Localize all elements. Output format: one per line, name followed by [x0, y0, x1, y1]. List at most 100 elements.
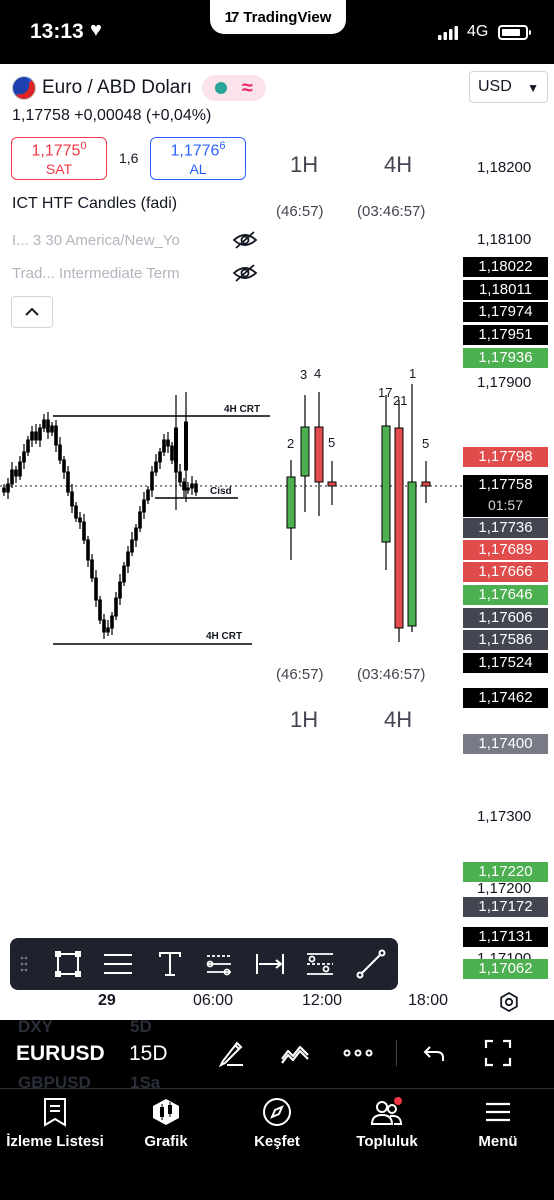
battery-icon [498, 25, 531, 40]
nav-explore-label: Keşfet [254, 1133, 300, 1150]
chart-settings-icon[interactable] [498, 991, 520, 1013]
candle-label: 5 [328, 435, 336, 450]
candle-label: 2 [287, 436, 295, 451]
chevron-up-icon [25, 307, 39, 316]
sell-label: SAT [45, 161, 73, 178]
candle-body [162, 439, 166, 453]
collapse-legend-button[interactable] [11, 296, 53, 328]
candle-body [170, 445, 174, 461]
candle-body [34, 431, 38, 441]
buy-price: 1,17766 [170, 140, 226, 160]
nav-watchlist[interactable]: İzleme Listesi [0, 1095, 110, 1150]
price-tag: 1,17646 [463, 585, 548, 605]
htf-candles [286, 384, 431, 642]
nav-divider [0, 1088, 554, 1089]
watchlist-icon [0, 1095, 110, 1129]
symbol-name[interactable]: Euro / ABD Doları [42, 77, 192, 99]
candle-body [10, 469, 14, 485]
text-tool-icon[interactable] [154, 948, 186, 980]
price-tag: 1,17400 [463, 734, 548, 754]
interval-selector-button[interactable]: 15D [129, 1042, 168, 1066]
market-status-pill[interactable]: ≈ [201, 75, 266, 101]
current-price-value: 1,17758 [478, 476, 533, 493]
nav-community-label: Topluluk [356, 1133, 418, 1150]
candle-body [174, 427, 178, 463]
candle-body [421, 481, 431, 487]
candle-body [186, 487, 190, 491]
candle-body [154, 461, 158, 473]
more-options-icon[interactable] [341, 1036, 375, 1070]
price-tag: 1,17131 [463, 927, 548, 947]
candle-body [38, 427, 42, 441]
candle-body [327, 481, 337, 487]
candle-body [166, 439, 170, 447]
candle-body [50, 425, 54, 433]
indicator-row-settings[interactable]: I... 3 30 America/New_Yo [12, 232, 180, 249]
prediction-tool-icon[interactable] [304, 948, 336, 980]
undo-icon[interactable] [417, 1036, 451, 1070]
trend-line-tool-icon[interactable] [355, 948, 387, 980]
eye-off-icon[interactable] [232, 263, 258, 283]
eye-off-icon[interactable] [232, 230, 258, 250]
price-candles [2, 392, 198, 639]
pattern-tool-icon[interactable] [203, 948, 235, 980]
ghost-interval: 1Sa [130, 1073, 161, 1092]
cisd-label: Cisd [210, 486, 232, 497]
price-axis-label: 1,18200 [477, 159, 532, 176]
candle-body [142, 499, 146, 513]
market-open-dot-icon [215, 82, 228, 94]
candle-body [6, 483, 10, 493]
indicators-icon[interactable] [278, 1036, 312, 1070]
candle-body [66, 471, 70, 493]
nav-chart-label: Grafik [144, 1133, 188, 1150]
community-icon [332, 1095, 442, 1129]
buy-label: AL [189, 161, 207, 178]
candle-label: 5 [422, 436, 430, 451]
price-tag: 1,17220 [463, 862, 548, 882]
network-type: 4G [467, 23, 489, 40]
rectangle-tool-icon[interactable] [52, 948, 84, 980]
drawing-toolbar[interactable] [10, 938, 398, 990]
status-time: 13:13 [30, 20, 84, 43]
candle-body [70, 491, 74, 507]
indicator-name[interactable]: ICT HTF Candles (fadi) [12, 195, 177, 213]
symbol-selector-button[interactable]: EURUSD [16, 1042, 105, 1066]
price-tag: 1,17062 [463, 959, 548, 979]
price-tag: 1,17951 [463, 325, 548, 345]
chart-area[interactable]: Euro / ABD Doları ≈ USD ▼ 1,17758 +0,000… [0, 64, 554, 1020]
sell-button[interactable]: 1,17750 SAT [11, 137, 107, 180]
nav-chart[interactable]: Grafik [111, 1095, 221, 1150]
candle-body [300, 426, 310, 477]
candle-body [14, 469, 18, 477]
time-axis-label: 29 [98, 992, 116, 1009]
bar-countdown: 01:57 [487, 497, 524, 513]
drag-handle-icon[interactable] [14, 948, 34, 980]
candle-body [54, 425, 58, 446]
fib-tool-icon[interactable] [102, 948, 134, 980]
price-tag: 1,17798 [463, 447, 548, 467]
fullscreen-icon[interactable] [481, 1036, 515, 1070]
price-tag: 1,17586 [463, 630, 548, 650]
nav-community[interactable]: Topluluk [332, 1095, 442, 1150]
measure-tool-icon[interactable] [254, 948, 286, 980]
indicator-row-trader[interactable]: Trad... Intermediate Term [12, 265, 180, 282]
htf-4h-label-top: 4H [384, 152, 413, 177]
symbol-row[interactable]: Euro / ABD Doları ≈ [12, 74, 266, 102]
htf-1h-label-bottom: 1H [290, 707, 319, 732]
tradingview-badge: 17 TradingView [210, 0, 346, 34]
nav-watchlist-label: İzleme Listesi [6, 1133, 104, 1150]
candle-body [114, 597, 118, 617]
nav-explore[interactable]: Keşfet [222, 1095, 332, 1150]
candle-label: 3 [300, 367, 308, 382]
candle-body [78, 517, 82, 523]
nav-menu[interactable]: Menü [443, 1095, 553, 1150]
price-change-line: 1,17758 +0,00048 (+0,04%) [12, 107, 212, 124]
time-axis-label: 06:00 [193, 992, 234, 1009]
candle-body [182, 481, 186, 491]
candle-body [98, 599, 102, 621]
price-tag: 1,17606 [463, 608, 548, 628]
currency-select[interactable]: USD ▼ [469, 71, 548, 103]
buy-button[interactable]: 1,17766 AL [150, 137, 246, 180]
drawing-pen-icon[interactable] [214, 1036, 248, 1070]
candle-body [62, 459, 66, 473]
